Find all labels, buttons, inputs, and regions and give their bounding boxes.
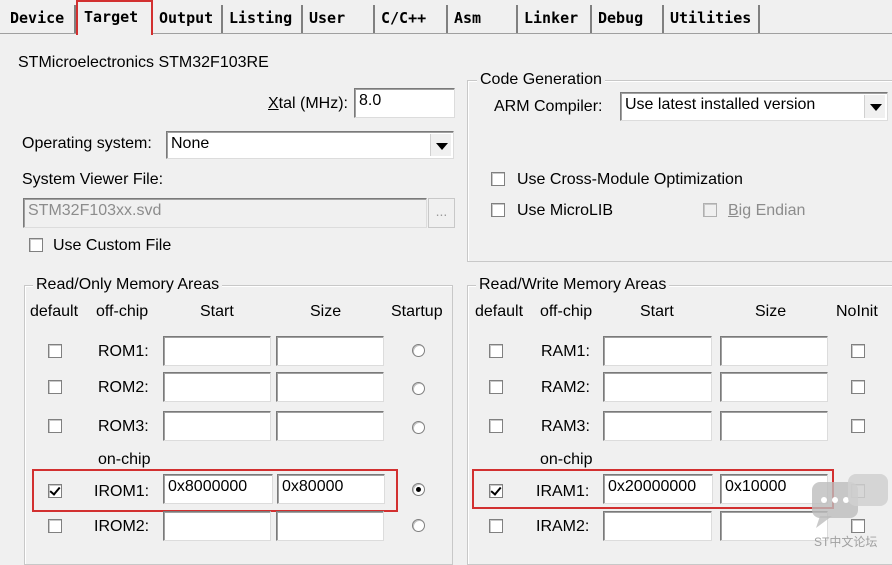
rom1-default-checkbox[interactable]: [48, 344, 62, 358]
compiler-select[interactable]: Use latest installed version: [620, 92, 888, 121]
os-select[interactable]: None: [166, 131, 454, 159]
rom3-label: ROM3:: [98, 418, 149, 435]
rw-header-offchip: off-chip: [540, 303, 593, 320]
rw-header-size: Size: [755, 303, 787, 320]
ro-header-offchip: off-chip: [96, 303, 149, 320]
ram2-default-checkbox[interactable]: [489, 380, 503, 394]
os-value: None: [171, 135, 210, 152]
rw-header-noinit: NoInit: [836, 303, 878, 320]
irom2-size-input[interactable]: [276, 511, 384, 541]
ro-onchip-label: on-chip: [98, 451, 151, 468]
ram3-size-input[interactable]: [720, 411, 828, 441]
code-generation-title: Code Generation: [477, 70, 605, 90]
chevron-down-icon[interactable]: [864, 95, 885, 118]
ram1-label: RAM1:: [541, 343, 590, 360]
custom-file-checkbox[interactable]: [29, 238, 43, 252]
ram2-start-input[interactable]: [603, 372, 712, 402]
tab-target[interactable]: Target: [76, 0, 153, 35]
rom1-startup-radio[interactable]: [412, 344, 425, 357]
rw-onchip-label: on-chip: [540, 451, 593, 468]
cross-module-checkbox[interactable]: [491, 172, 505, 186]
device-name: STMicroelectronics STM32F103RE: [18, 54, 269, 71]
big-endian-label-rest: ig Endian: [738, 202, 806, 219]
chevron-down-icon[interactable]: [430, 134, 451, 156]
tab-asm[interactable]: Asm: [448, 5, 518, 33]
xtal-label-rest: tal (MHz):: [278, 95, 348, 112]
ro-memory-title: Read/Only Memory Areas: [33, 275, 223, 295]
microlib-label: Use MicroLIB: [517, 202, 614, 219]
xtal-label-underlined: X: [268, 95, 279, 112]
ram3-noinit-checkbox[interactable]: [851, 419, 865, 433]
ram1-start-input[interactable]: [603, 336, 712, 366]
watermark-text: ST中文论坛: [814, 535, 878, 549]
ram1-size-input[interactable]: [720, 336, 828, 366]
iram2-start-input[interactable]: [603, 511, 712, 541]
compiler-value: Use latest installed version: [625, 96, 816, 113]
xtal-input[interactable]: 8.0: [354, 88, 455, 118]
ro-header-default: default: [30, 303, 79, 320]
ram1-noinit-checkbox[interactable]: [851, 344, 865, 358]
iram1-highlight: [472, 469, 834, 509]
rom1-size-input[interactable]: [276, 336, 384, 366]
ram2-noinit-checkbox[interactable]: [851, 380, 865, 394]
ro-header-size: Size: [310, 303, 342, 320]
rw-header-start: Start: [640, 303, 674, 320]
svf-browse-button: ...: [428, 198, 455, 228]
chat-bubbles-icon: [812, 474, 888, 528]
ro-header-startup: Startup: [391, 303, 443, 320]
rom3-start-input[interactable]: [163, 411, 271, 441]
tab-debug[interactable]: Debug: [592, 5, 664, 33]
rom2-label: ROM2:: [98, 379, 149, 396]
ram1-default-checkbox[interactable]: [489, 344, 503, 358]
rom2-default-checkbox[interactable]: [48, 380, 62, 394]
ram2-size-input[interactable]: [720, 372, 828, 402]
ram3-default-checkbox[interactable]: [489, 419, 503, 433]
tab-bar: Device Target Output Listing User C/C++ …: [0, 0, 892, 35]
tab-device[interactable]: Device: [4, 5, 76, 33]
rw-memory-title: Read/Write Memory Areas: [476, 275, 670, 295]
st-forum-watermark: ST中文论坛: [808, 470, 892, 556]
tab-cpp[interactable]: C/C++: [375, 5, 448, 33]
rom1-start-input[interactable]: [163, 336, 271, 366]
big-endian-label-underlined: B: [728, 202, 739, 219]
os-label: Operating system:: [22, 135, 152, 152]
irom1-startup-radio[interactable]: [412, 483, 425, 496]
compiler-label: ARM Compiler:: [494, 98, 603, 115]
rom2-start-input[interactable]: [163, 372, 271, 402]
tab-utilities[interactable]: Utilities: [664, 5, 760, 33]
tab-listing[interactable]: Listing: [223, 5, 303, 33]
rom3-startup-radio[interactable]: [412, 421, 425, 434]
big-endian-label: Big Endian: [728, 201, 805, 221]
ram3-start-input[interactable]: [603, 411, 712, 441]
ro-header-start: Start: [200, 303, 234, 320]
rom2-startup-radio[interactable]: [412, 382, 425, 395]
iram2-label: IRAM2:: [536, 518, 590, 535]
rw-header-default: default: [475, 303, 524, 320]
irom2-default-checkbox[interactable]: [48, 519, 62, 533]
rom2-size-input[interactable]: [276, 372, 384, 402]
tab-user[interactable]: User: [303, 5, 375, 33]
xtal-label: Xtal (MHz):: [268, 94, 348, 114]
irom2-label: IROM2:: [94, 518, 150, 535]
rom1-label: ROM1:: [98, 343, 149, 360]
rom3-default-checkbox[interactable]: [48, 419, 62, 433]
rom3-size-input[interactable]: [276, 411, 384, 441]
tab-output[interactable]: Output: [153, 5, 223, 33]
svf-input: STM32F103xx.svd: [23, 198, 427, 228]
ram3-label: RAM3:: [541, 418, 590, 435]
svf-label: System Viewer File:: [22, 171, 164, 188]
tab-linker[interactable]: Linker: [518, 5, 592, 33]
microlib-checkbox[interactable]: [491, 203, 505, 217]
irom2-start-input[interactable]: [163, 511, 271, 541]
irom1-highlight: [32, 469, 398, 512]
ram2-label: RAM2:: [541, 379, 590, 396]
big-endian-checkbox: [703, 203, 717, 217]
irom2-startup-radio[interactable]: [412, 519, 425, 532]
cross-module-label: Use Cross-Module Optimization: [517, 171, 743, 188]
custom-file-label: Use Custom File: [53, 237, 172, 254]
iram2-default-checkbox[interactable]: [489, 519, 503, 533]
